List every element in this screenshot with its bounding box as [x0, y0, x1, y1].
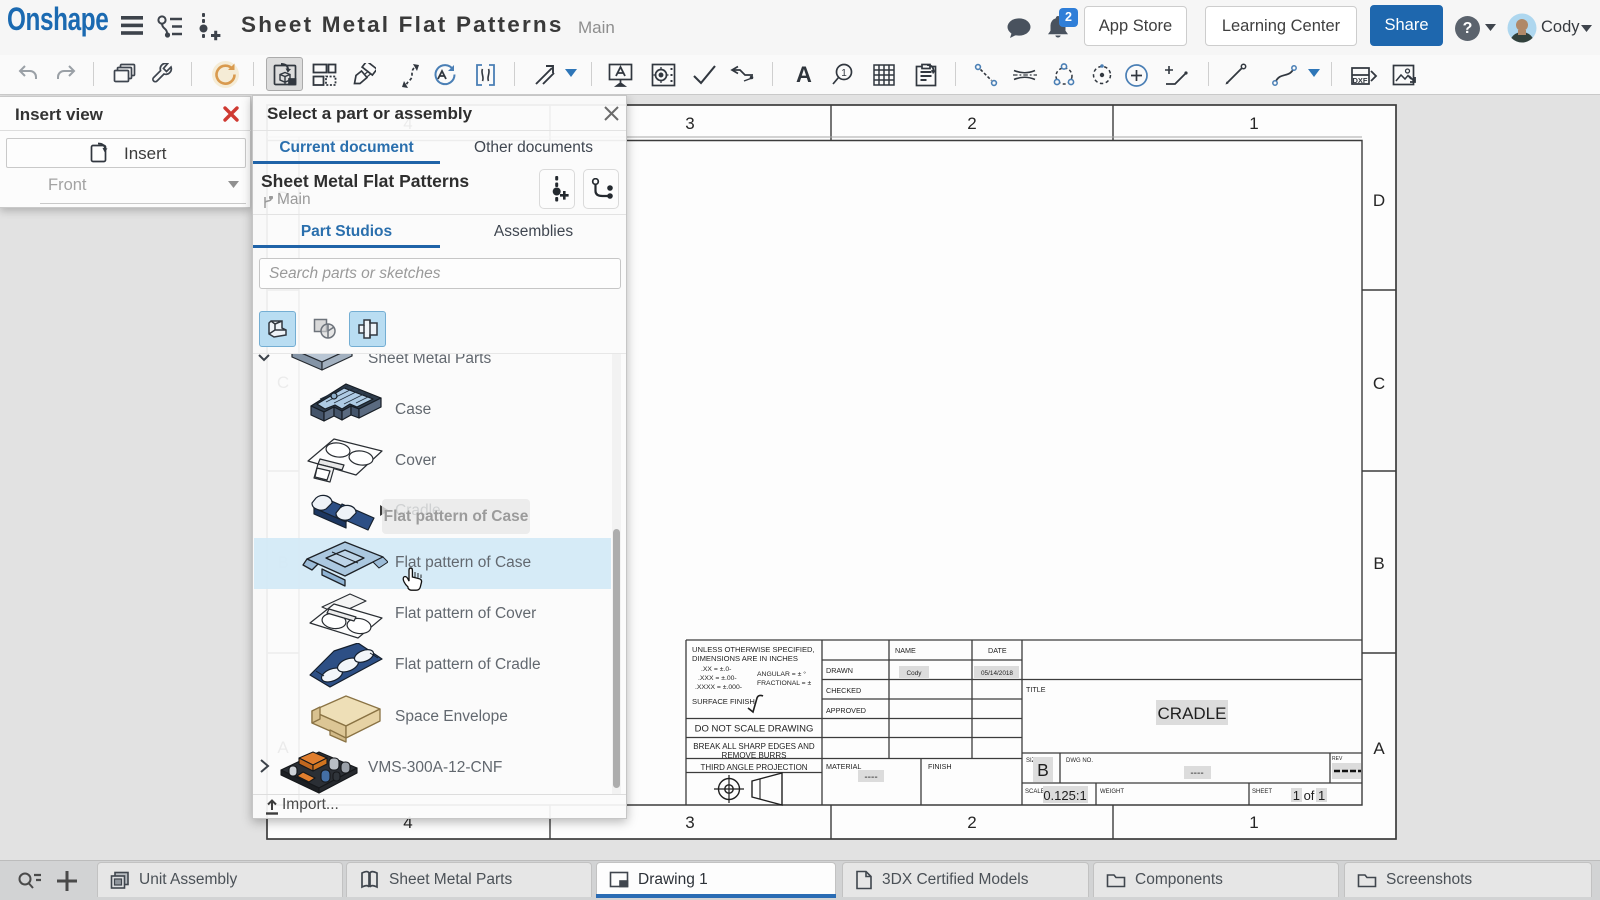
svg-text:----: ---- — [864, 772, 877, 783]
svg-text:A: A — [796, 63, 812, 87]
svg-text:SCALE: SCALE — [1025, 789, 1045, 795]
svg-text:FINISH: FINISH — [928, 762, 952, 771]
svg-text:B: B — [1037, 760, 1049, 780]
svg-text:0.125:1: 0.125:1 — [1043, 788, 1086, 803]
svg-text:C: C — [1373, 374, 1385, 393]
svg-text:TITLE: TITLE — [1026, 685, 1046, 694]
svg-text:3: 3 — [685, 813, 694, 832]
svg-text:B: B — [1373, 554, 1384, 573]
svg-text:DWG NO.: DWG NO. — [1066, 758, 1093, 764]
svg-text:----: ---- — [1190, 768, 1203, 779]
svg-text:DRAWN: DRAWN — [826, 666, 853, 675]
svg-text:1 of 1: 1 of 1 — [1293, 788, 1326, 803]
svg-text:1: 1 — [1249, 813, 1258, 832]
svg-text:05/14/2018: 05/14/2018 — [981, 670, 1013, 677]
svg-text:SHEET: SHEET — [1252, 789, 1272, 795]
svg-text:FRACTIONAL = ±: FRACTIONAL = ± — [757, 680, 812, 687]
svg-text:CHECKED: CHECKED — [826, 686, 861, 695]
svg-text:A: A — [1373, 739, 1385, 758]
svg-text:DO NOT SCALE DRAWING: DO NOT SCALE DRAWING — [695, 724, 814, 735]
svg-text:3: 3 — [685, 114, 694, 133]
svg-text:MATERIAL: MATERIAL — [826, 762, 861, 771]
svg-text:.XXX = ±.00-: .XXX = ±.00- — [698, 675, 737, 682]
svg-text:D: D — [1373, 191, 1385, 210]
svg-text:DXF: DXF — [1353, 76, 1368, 85]
svg-text:Cody: Cody — [907, 670, 923, 677]
svg-text:REMOVE BURRS: REMOVE BURRS — [722, 751, 787, 760]
svg-text:CRADLE: CRADLE — [1158, 704, 1227, 723]
svg-text:2: 2 — [967, 114, 976, 133]
svg-text:1: 1 — [841, 68, 847, 79]
svg-text:WEIGHT: WEIGHT — [1100, 789, 1124, 795]
svg-text:DIMENSIONS ARE IN INCHES: DIMENSIONS ARE IN INCHES — [692, 654, 798, 663]
svg-text:REV: REV — [1332, 756, 1343, 762]
svg-text:SURFACE FINISH: SURFACE FINISH — [692, 697, 755, 706]
svg-text:NAME: NAME — [895, 646, 916, 655]
svg-text:THIRD ANGLE PROJECTION: THIRD ANGLE PROJECTION — [700, 763, 807, 772]
svg-text:ANGULAR = ± °: ANGULAR = ± ° — [757, 670, 806, 678]
svg-text:1: 1 — [1249, 114, 1258, 133]
svg-text:.XX = ±.0-: .XX = ±.0- — [701, 666, 731, 673]
svg-text:.XXXX = ±.000-: .XXXX = ±.000- — [695, 684, 742, 691]
svg-text:BREAK ALL SHARP EDGES AND: BREAK ALL SHARP EDGES AND — [693, 742, 815, 751]
svg-text:DATE: DATE — [988, 646, 1007, 655]
svg-text:UNLESS OTHERWISE SPECIFIED,: UNLESS OTHERWISE SPECIFIED, — [692, 645, 815, 654]
svg-text:2: 2 — [967, 813, 976, 832]
svg-text:APPROVED: APPROVED — [826, 706, 866, 715]
